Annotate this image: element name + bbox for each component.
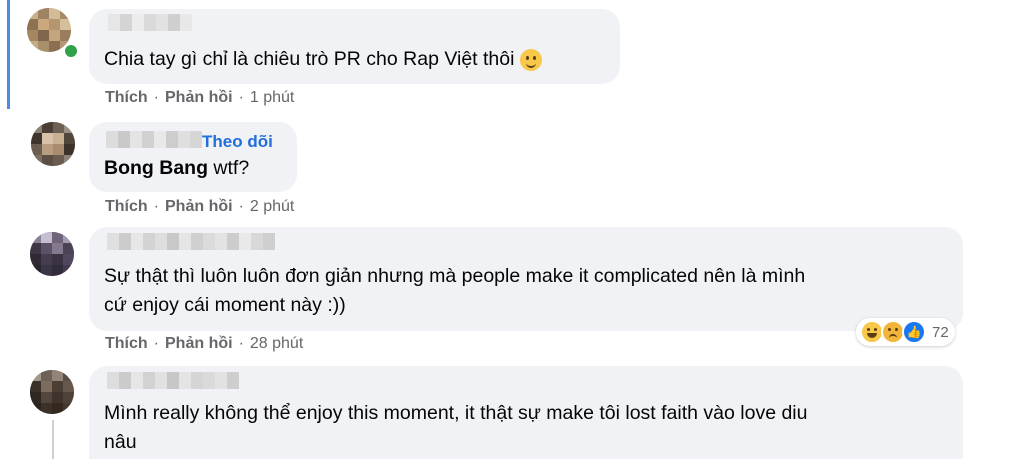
timestamp[interactable]: 28 phút [250,335,303,352]
like-button[interactable]: Thích [105,335,148,352]
avatar[interactable] [31,122,75,166]
mention-link[interactable]: Bong Bang [104,157,208,179]
reply-button[interactable]: Phản hồi [165,335,233,352]
author-name-blurred[interactable] [108,14,192,31]
comment-text-line: nâu [104,431,137,453]
comment-actions: Thích · Phản hồi · 28 phút [105,335,303,353]
comment-text: Bong Bang wtf? [104,157,250,179]
reply-button[interactable]: Phản hồi [165,89,233,106]
separator: · [238,89,244,106]
like-icon: 👍 [902,320,926,344]
separator: · [238,335,244,352]
separator: · [153,198,159,215]
reaction-count: 72 [932,323,949,341]
comment-text: Chia tay gì chỉ là chiêu trò PR cho Rap … [104,46,543,73]
online-status-dot [63,43,79,59]
timestamp[interactable]: 1 phút [250,89,294,106]
comment-actions: Thích · Phản hồi · 1 phút [105,89,294,107]
avatar[interactable] [30,370,74,414]
follow-link[interactable]: Theo dõi [202,132,273,152]
timestamp[interactable]: 2 phút [250,198,294,215]
highlight-bar [7,0,10,109]
comment-text-line: Sự thật thì luôn luôn đơn giản nhưng mà … [104,265,806,287]
comment-section: Chia tay gì chỉ là chiêu trò PR cho Rap … [0,0,1010,459]
comment-text-line: Mình really không thể enjoy this moment,… [104,402,808,424]
author-name-blurred[interactable] [106,131,202,148]
reply-button[interactable]: Phản hồi [165,198,233,215]
slightly-smiling-face-icon [520,48,543,71]
comment-actions: Thích · Phản hồi · 2 phút [105,198,294,216]
like-button[interactable]: Thích [105,198,148,215]
like-button[interactable]: Thích [105,89,148,106]
reaction-summary[interactable]: 👍 72 [856,318,955,346]
author-name-blurred[interactable] [107,233,275,250]
separator: · [238,198,244,215]
comment-text-line: cứ enjoy cái moment này :)) [104,294,346,316]
thread-line [52,420,54,459]
separator: · [153,335,159,352]
author-name-blurred[interactable] [107,372,239,389]
avatar[interactable] [30,232,74,276]
separator: · [153,89,159,106]
